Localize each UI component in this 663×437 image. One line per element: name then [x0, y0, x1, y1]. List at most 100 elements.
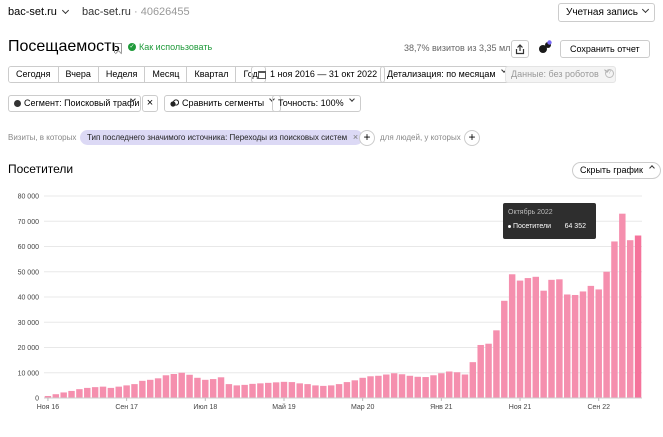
chart-bar[interactable] — [147, 379, 154, 398]
chart-bar[interactable] — [422, 377, 429, 398]
chart-bar[interactable] — [532, 276, 539, 398]
data-filter-dropdown[interactable]: Данные: без роботов — [505, 66, 616, 83]
chart-bar[interactable] — [406, 375, 414, 398]
chart-bar[interactable] — [390, 373, 398, 398]
chart-bar[interactable] — [477, 344, 484, 398]
chart-bar[interactable] — [540, 290, 547, 398]
chart-bar[interactable] — [178, 372, 185, 398]
period-month-button[interactable]: Месяц — [145, 67, 188, 82]
chart-bar[interactable] — [249, 383, 256, 398]
chart-bar[interactable] — [304, 384, 311, 398]
chart-bar[interactable] — [430, 375, 437, 398]
share-button[interactable] — [511, 40, 529, 58]
chart-bar[interactable] — [564, 294, 571, 398]
chart-bar[interactable] — [501, 300, 508, 398]
chart-bar[interactable] — [587, 285, 595, 398]
accuracy-dropdown[interactable]: Точность: 100% — [272, 95, 361, 112]
close-icon[interactable]: × — [353, 130, 358, 145]
period-quarter-button[interactable]: Квартал — [187, 67, 237, 82]
period-today-button[interactable]: Сегодня — [9, 67, 59, 82]
chart-bar[interactable] — [571, 294, 579, 398]
chart-bar[interactable] — [257, 383, 264, 398]
chart-bar[interactable] — [619, 213, 626, 398]
save-report-button[interactable]: Сохранить отчет — [560, 40, 650, 58]
detail-dropdown[interactable]: Детализация: по месяцам — [380, 66, 513, 83]
chart-bar[interactable] — [84, 387, 91, 398]
chart-bar[interactable] — [320, 385, 327, 398]
period-week-button[interactable]: Неделя — [98, 67, 146, 82]
chart-bar[interactable] — [241, 384, 248, 398]
chart-bar[interactable] — [359, 377, 366, 398]
chart-bar[interactable] — [123, 385, 130, 399]
chart-bar[interactable] — [351, 380, 359, 398]
chart-bar[interactable] — [225, 384, 233, 398]
add-people-filter-button[interactable]: + — [464, 130, 480, 146]
site-selector[interactable]: bac-set.ru — [8, 6, 69, 18]
chart-bar[interactable] — [115, 386, 122, 398]
chart-bar[interactable] — [99, 386, 107, 398]
chart-bar[interactable] — [508, 274, 516, 398]
chart-bar[interactable] — [202, 379, 209, 398]
chart-bar[interactable] — [327, 385, 335, 399]
segment-dropdown[interactable]: Сегмент: Поисковый трафик — [8, 95, 141, 112]
chart-bar[interactable] — [209, 379, 217, 398]
chart-bar[interactable] — [493, 330, 500, 398]
info-icon[interactable]: ? — [605, 69, 614, 78]
chart-bar[interactable] — [296, 383, 303, 398]
chart-bar[interactable] — [162, 375, 170, 398]
chart-bar[interactable] — [611, 241, 618, 398]
chart-bar[interactable] — [375, 375, 382, 398]
chart-bar[interactable] — [233, 385, 240, 399]
chart-bar[interactable] — [548, 279, 555, 398]
chart-bar[interactable] — [398, 374, 406, 398]
ai-assistant-button[interactable] — [535, 38, 555, 58]
chart-bar[interactable] — [343, 382, 351, 398]
chart-bar[interactable] — [626, 240, 634, 398]
bookmark-icon[interactable] — [114, 43, 122, 53]
chart-bar[interactable] — [446, 371, 453, 398]
chart-bar[interactable] — [634, 235, 642, 398]
chart-bar[interactable] — [524, 278, 532, 398]
chart-bar[interactable] — [383, 374, 390, 398]
chart-bar[interactable] — [461, 374, 469, 398]
howto-link[interactable]: ✓ Как использовать — [128, 42, 212, 52]
compare-segments-dropdown[interactable]: Сравнить сегменты — [164, 95, 282, 112]
filter-chip[interactable]: Тип последнего значимого источника: Пере… — [80, 130, 364, 145]
period-yesterday-button[interactable]: Вчера — [58, 67, 99, 82]
chart-bar[interactable] — [186, 374, 193, 398]
chart-bar[interactable] — [579, 291, 587, 398]
chart-bar[interactable] — [603, 271, 610, 398]
chart-bar[interactable] — [453, 372, 461, 398]
chart-bar[interactable] — [288, 382, 296, 398]
chart-bar[interactable] — [595, 289, 602, 398]
chart-bar[interactable] — [76, 389, 83, 398]
chart-bar[interactable] — [414, 376, 421, 398]
close-icon[interactable]: × — [142, 95, 158, 112]
chart-bar[interactable] — [194, 377, 201, 398]
chart-bar[interactable] — [485, 343, 492, 398]
chart-bar[interactable] — [516, 280, 524, 398]
chart-bar[interactable] — [272, 382, 280, 398]
chart-bar[interactable] — [131, 384, 138, 398]
chart-bar[interactable] — [367, 376, 374, 398]
hide-chart-button[interactable]: Скрыть график — [572, 162, 661, 179]
chart-bar[interactable] — [68, 390, 75, 398]
chart-bar[interactable] — [139, 380, 146, 398]
chart-bar[interactable] — [280, 381, 288, 398]
date-range-picker[interactable]: 1 ноя 2016 — 31 окт 2022 — [251, 66, 386, 83]
chart-bar[interactable] — [217, 377, 225, 398]
chart-bar[interactable] — [312, 385, 319, 399]
account-button[interactable]: Учетная запись — [557, 3, 655, 22]
chart-bar[interactable] — [265, 382, 272, 398]
add-visit-filter-button[interactable]: + — [359, 130, 375, 146]
chart-bar[interactable] — [91, 387, 99, 398]
chart-bar[interactable] — [438, 373, 445, 398]
chart-bar[interactable] — [107, 387, 115, 398]
chart-bar[interactable] — [469, 362, 477, 398]
chart-bar[interactable] — [52, 394, 60, 398]
chart-bar[interactable] — [556, 279, 563, 398]
chart-bar[interactable] — [170, 374, 178, 398]
chart-bar[interactable] — [154, 378, 162, 398]
chart-bar[interactable] — [60, 392, 67, 398]
chart-bar[interactable] — [335, 384, 343, 398]
